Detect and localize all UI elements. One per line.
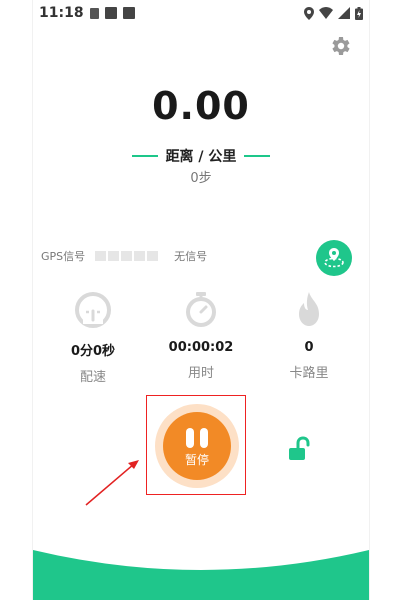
divider xyxy=(244,155,271,157)
app-icon xyxy=(104,7,117,19)
flame-icon xyxy=(299,292,319,326)
calorie-label: 卡路里 xyxy=(289,366,329,381)
distance-label: 距离 / 公里 xyxy=(165,149,237,165)
gps-signal-bars xyxy=(95,251,159,261)
pause-icon xyxy=(186,428,208,448)
map-button[interactable] xyxy=(316,240,352,276)
gps-label: GPS信号 xyxy=(41,250,86,263)
status-bar: 11:18 xyxy=(33,0,369,26)
calorie-stat: 0 卡路里 xyxy=(253,290,365,381)
pause-button[interactable]: 暂停 xyxy=(155,404,239,488)
signal-icon xyxy=(338,7,350,19)
pace-value: 0分0秒 xyxy=(70,344,116,359)
battery-icon xyxy=(355,6,363,20)
unlock-icon xyxy=(289,436,310,460)
duration-value: 00:00:02 xyxy=(168,340,234,355)
stopwatch-icon xyxy=(186,292,216,327)
gps-signal-row: GPS信号 无信号 xyxy=(41,248,207,264)
phone-screen: 11:18 0.00 距离 / 公里 0步 GPS信号 无信号 0分0秒 配速 … xyxy=(32,0,370,600)
duration-label: 用时 xyxy=(187,366,214,381)
gps-signal-bar xyxy=(147,251,159,261)
map-location-icon xyxy=(324,248,344,268)
gps-signal-bar xyxy=(95,251,107,261)
app-icon xyxy=(122,7,135,19)
gps-signal-bar xyxy=(134,251,146,261)
wifi-icon xyxy=(319,7,333,19)
gear-icon xyxy=(332,37,350,55)
pause-label: 暂停 xyxy=(184,453,209,467)
pace-stat: 0分0秒 配速 xyxy=(37,290,149,385)
pace-label: 配速 xyxy=(79,370,106,385)
pause-button-core: 暂停 xyxy=(163,412,231,480)
duration-stat: 00:00:02 用时 xyxy=(145,290,257,381)
status-bar-right xyxy=(304,6,369,20)
status-bar-left: 11:18 xyxy=(33,5,135,21)
bottom-wave xyxy=(33,550,369,600)
status-time: 11:18 xyxy=(39,5,84,21)
gps-status: 无信号 xyxy=(174,250,208,263)
gps-signal-bar xyxy=(121,251,133,261)
settings-button[interactable] xyxy=(327,33,353,59)
step-count: 0步 xyxy=(190,171,212,186)
distance-label-row: 距离 / 公里 xyxy=(33,146,369,166)
gps-signal-bar xyxy=(108,251,120,261)
divider xyxy=(131,155,158,157)
notification-a-icon xyxy=(89,7,99,19)
speedometer-icon xyxy=(75,292,111,328)
location-icon xyxy=(304,6,314,20)
lock-button[interactable] xyxy=(287,436,311,464)
calorie-value: 0 xyxy=(304,340,314,355)
distance-value: 0.00 xyxy=(152,84,250,128)
